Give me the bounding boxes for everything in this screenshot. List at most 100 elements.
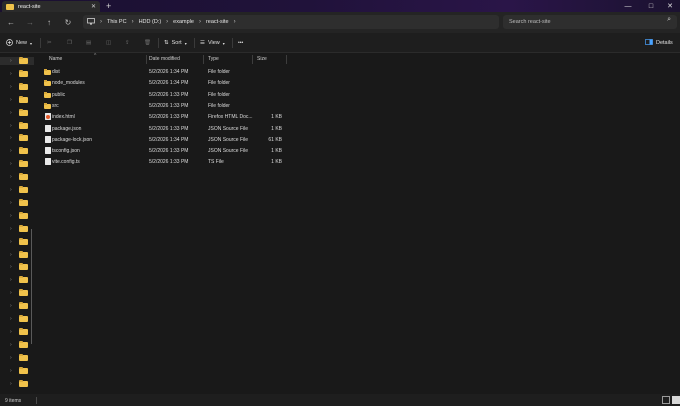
minimize-button[interactable]: —: [618, 0, 638, 12]
chevron-right-icon[interactable]: ›: [10, 277, 12, 283]
search-box[interactable]: Search react-site ⌕: [503, 15, 677, 29]
view-button[interactable]: ☰ View ▾: [200, 37, 225, 49]
chevron-right-icon[interactable]: ›: [10, 71, 12, 77]
chevron-right-icon[interactable]: ›: [10, 135, 12, 141]
chevron-right-icon[interactable]: ›: [10, 187, 12, 193]
chevron-right-icon[interactable]: ›: [10, 213, 12, 219]
nav-tree-item[interactable]: ›: [0, 121, 34, 130]
file-row[interactable]: node_modules 5/2/2026 1:34 PM File folder: [36, 77, 680, 88]
copy-icon[interactable]: ❐: [67, 37, 72, 49]
column-size[interactable]: Size: [257, 56, 267, 62]
file-row[interactable]: package.json 5/2/2026 1:33 PM JSON Source …: [36, 123, 680, 134]
large-icons-view-icon[interactable]: [672, 396, 680, 404]
nav-tree-item[interactable]: ›: [0, 198, 34, 207]
nav-tree-item[interactable]: ›: [0, 69, 34, 78]
file-row[interactable]: public 5/2/2026 1:33 PM File folder: [36, 89, 680, 100]
nav-tree-item[interactable]: ›: [0, 95, 34, 104]
breadcrumb-this-pc[interactable]: This PC: [107, 19, 127, 25]
address-bar[interactable]: › This PC › HDD (D:) › example › react-s…: [83, 15, 499, 29]
file-row[interactable]: dist 5/2/2026 1:34 PM File folder: [36, 66, 680, 77]
nav-tree-item[interactable]: ›: [0, 315, 34, 323]
column-type[interactable]: Type: [208, 56, 219, 62]
file-row[interactable]: package-lock.json 5/2/2026 1:34 PM JSON So…: [36, 134, 680, 145]
nav-tree-item[interactable]: ›: [0, 289, 34, 297]
nav-tree-item[interactable]: ›: [0, 366, 34, 375]
file-row[interactable]: src 5/2/2026 1:33 PM File folder: [36, 100, 680, 111]
paste-icon[interactable]: ▤: [86, 37, 91, 49]
up-button[interactable]: ↑: [42, 15, 56, 29]
close-window-button[interactable]: ✕: [660, 0, 680, 12]
chevron-right-icon[interactable]: ›: [10, 58, 12, 64]
column-name[interactable]: Name: [49, 56, 62, 62]
more-options-button[interactable]: •••: [238, 37, 243, 49]
column-date-modified[interactable]: Date modified: [149, 56, 180, 62]
details-pane-button[interactable]: Details: [645, 37, 673, 49]
nav-tree-item[interactable]: ›: [0, 263, 34, 271]
chevron-right-icon[interactable]: ›: [10, 226, 12, 232]
nav-tree-item[interactable]: ›: [0, 82, 34, 91]
chevron-right-icon[interactable]: ›: [10, 381, 12, 387]
cut-icon[interactable]: ✂: [47, 37, 52, 49]
chevron-right-icon[interactable]: ›: [10, 368, 12, 374]
breadcrumb-hdd[interactable]: HDD (D:): [139, 19, 162, 25]
nav-tree-item[interactable]: ›: [0, 353, 34, 362]
nav-tree-item[interactable]: ›: [0, 379, 34, 388]
nav-tree-item[interactable]: ›: [0, 340, 34, 349]
nav-tree-item[interactable]: ›: [0, 147, 34, 155]
chevron-right-icon[interactable]: ›: [10, 303, 12, 309]
column-divider[interactable]: [146, 55, 147, 64]
breadcrumb-react-site[interactable]: react-site: [206, 19, 229, 25]
chevron-right-icon[interactable]: ›: [10, 110, 12, 116]
chevron-right-icon[interactable]: ›: [234, 19, 236, 25]
column-divider[interactable]: [286, 55, 287, 64]
chevron-right-icon[interactable]: ›: [10, 148, 12, 154]
column-divider[interactable]: [252, 55, 253, 64]
file-row[interactable]: tsconfig.json 5/2/2026 1:33 PM JSON Source…: [36, 145, 680, 156]
file-row[interactable]: vite.config.ts 5/2/2026 1:33 PM TS File 1 K…: [36, 156, 680, 167]
back-button[interactable]: ←: [4, 15, 18, 29]
nav-tree-item[interactable]: ›: [0, 237, 34, 246]
nav-tree-item[interactable]: ›: [0, 186, 34, 194]
sort-button[interactable]: ⇅ Sort ▾: [164, 37, 187, 49]
breadcrumb-example[interactable]: example: [173, 19, 194, 25]
nav-tree-item[interactable]: ›: [0, 211, 34, 220]
refresh-button[interactable]: ↻: [61, 15, 75, 29]
chevron-right-icon[interactable]: ›: [10, 264, 12, 270]
nav-tree-item[interactable]: ›: [0, 276, 34, 284]
new-tab-button[interactable]: +: [106, 1, 111, 11]
chevron-right-icon[interactable]: ›: [10, 200, 12, 206]
file-row[interactable]: index.html 5/2/2026 1:33 PM Firefox HTML D…: [36, 111, 680, 122]
chevron-right-icon[interactable]: ›: [10, 123, 12, 129]
new-button[interactable]: New ▾: [6, 37, 32, 49]
chevron-right-icon[interactable]: ›: [10, 239, 12, 245]
tab-react-site[interactable]: react-site ✕: [2, 1, 100, 12]
nav-tree-item[interactable]: ›: [0, 108, 34, 117]
chevron-right-icon[interactable]: ›: [10, 316, 12, 322]
delete-icon[interactable]: 🗑: [144, 37, 151, 49]
chevron-right-icon[interactable]: ›: [10, 84, 12, 90]
nav-tree-item[interactable]: ›: [0, 302, 34, 310]
nav-tree-item[interactable]: ›: [0, 160, 34, 168]
chevron-right-icon[interactable]: ›: [10, 355, 12, 361]
nav-tree-item[interactable]: ›: [0, 250, 34, 259]
details-view-icon[interactable]: [662, 396, 670, 404]
close-tab-icon[interactable]: ✕: [91, 3, 96, 10]
chevron-right-icon[interactable]: ›: [10, 97, 12, 103]
chevron-right-icon[interactable]: ›: [10, 161, 12, 167]
maximize-button[interactable]: □: [641, 0, 661, 12]
chevron-right-icon[interactable]: ›: [10, 290, 12, 296]
forward-button[interactable]: →: [23, 15, 37, 29]
column-divider[interactable]: [203, 55, 204, 64]
chevron-right-icon[interactable]: ›: [10, 174, 12, 180]
chevron-right-icon[interactable]: ›: [10, 342, 12, 348]
share-icon[interactable]: ⇪: [125, 37, 130, 49]
chevron-right-icon[interactable]: ›: [10, 252, 12, 258]
nav-tree-item[interactable]: ›: [0, 327, 34, 336]
nav-tree-item[interactable]: ›: [0, 224, 34, 233]
nav-tree-item[interactable]: ›: [0, 57, 34, 65]
nav-tree-item[interactable]: ›: [0, 173, 34, 181]
nav-tree-item[interactable]: ›: [0, 134, 34, 142]
rename-icon[interactable]: ◫: [106, 37, 111, 49]
chevron-right-icon[interactable]: ›: [10, 329, 12, 335]
navigation-pane-scrollbar[interactable]: [31, 229, 32, 344]
